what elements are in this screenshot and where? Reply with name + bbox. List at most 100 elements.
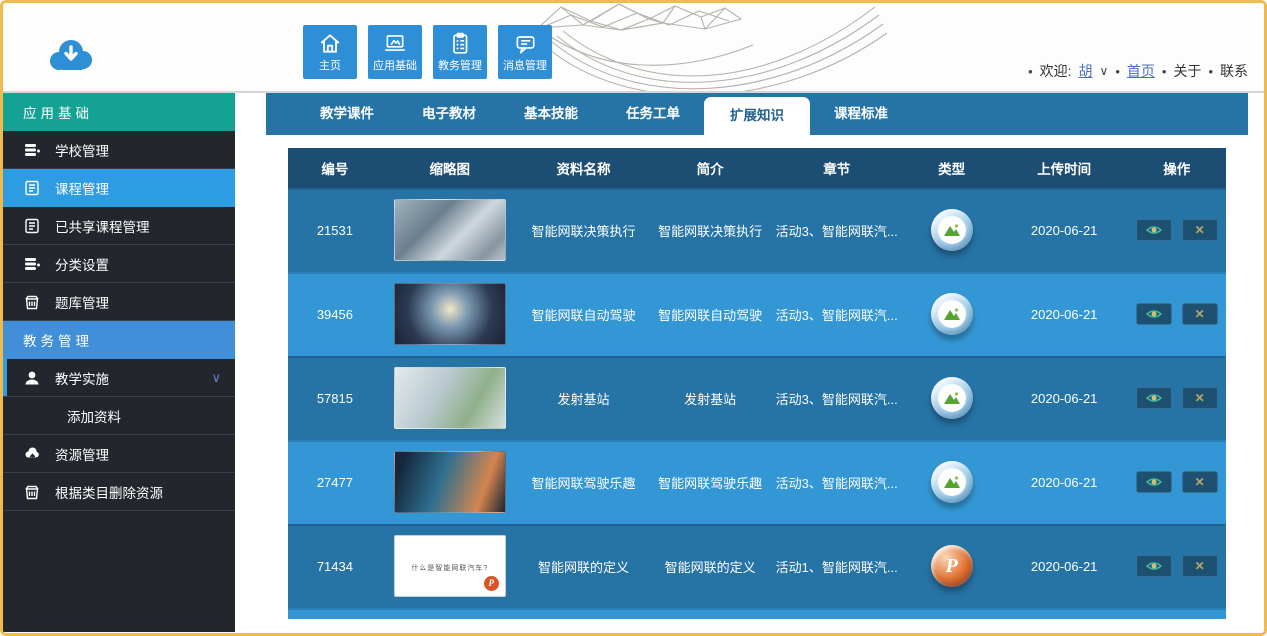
upload-date: 2020-06-21 — [1001, 559, 1128, 574]
sidebar-item-teaching-implementation[interactable]: 教学实施 ∨ — [3, 359, 235, 397]
chevron-down-icon[interactable]: ∨ — [211, 370, 221, 386]
image-type-icon — [931, 377, 973, 419]
sidebar-item-shared-course-management[interactable]: 已共享课程管理 — [3, 207, 235, 245]
sidebar-item-category-settings[interactable]: 分类设置 — [3, 245, 235, 283]
laptop-image-icon — [383, 31, 407, 55]
sidebar-item-label: 已共享课程管理 — [55, 216, 150, 236]
sidebar-item-delete-by-category[interactable]: 根据类目删除资源 — [3, 473, 235, 511]
resource-intro: 智能网联自动驾驶 — [649, 305, 771, 324]
eye-icon — [1146, 476, 1162, 488]
tab-bar: 教学课件 电子教材 基本技能 任务工单 扩展知识 课程标准 — [266, 93, 1248, 135]
top-nav: 主页 应用基础 — [303, 25, 563, 79]
home-icon — [318, 31, 342, 55]
nav-message-button[interactable]: 消息管理 — [498, 25, 552, 79]
thumbnail[interactable] — [394, 283, 506, 345]
user-link[interactable]: 胡 — [1079, 61, 1093, 81]
sidebar-item-add-material[interactable]: 添加资料 — [3, 397, 235, 435]
close-icon: ✕ — [1195, 224, 1205, 236]
delete-button[interactable]: ✕ — [1182, 471, 1218, 493]
resource-intro: 发射基站 — [649, 389, 771, 408]
chat-bubble-icon — [513, 31, 537, 55]
cloud-upload-icon — [23, 445, 41, 463]
tab-extended-knowledge[interactable]: 扩展知识 — [704, 97, 810, 135]
sidebar-item-question-bank[interactable]: 题库管理 — [3, 283, 235, 321]
column-header: 资料名称 — [518, 158, 649, 178]
tab-teaching-courseware[interactable]: 教学课件 — [296, 93, 398, 135]
nav-label: 消息管理 — [503, 57, 547, 73]
school-stack-icon — [23, 141, 41, 159]
main-panel: 教学课件 电子教材 基本技能 任务工单 扩展知识 课程标准 编号 缩略图 资料名… — [266, 93, 1248, 627]
sidebar-item-course-management[interactable]: 课程管理 — [3, 169, 235, 207]
view-button[interactable] — [1136, 471, 1172, 493]
view-button[interactable] — [1136, 303, 1172, 325]
resource-chapter: 活动3、智能网联汽... — [771, 221, 902, 240]
contact-link[interactable]: 联系 — [1220, 61, 1248, 81]
view-button[interactable] — [1136, 219, 1172, 241]
table-row: 21531 智能网联决策执行 智能网联决策执行 活动3、智能网联汽... 202… — [288, 188, 1226, 272]
bullet: • — [1162, 64, 1167, 79]
nav-label: 教务管理 — [438, 57, 482, 73]
resource-id: 21531 — [288, 223, 382, 238]
delete-button[interactable]: ✕ — [1182, 555, 1218, 577]
table-row: 57815 发射基站 发射基站 活动3、智能网联汽... 2020-06-21 … — [288, 356, 1226, 440]
sidebar-item-resource-management[interactable]: 资源管理 — [3, 435, 235, 473]
column-header: 上传时间 — [1001, 158, 1128, 178]
course-doc-icon — [23, 179, 41, 197]
bullet: • — [1115, 64, 1120, 79]
resource-intro: 智能网联驾驶乐趣 — [649, 473, 771, 492]
table-row: 39456 智能网联自动驾驶 智能网联自动驾驶 活动3、智能网联汽... 202… — [288, 272, 1226, 356]
tab-basic-skills[interactable]: 基本技能 — [500, 93, 602, 135]
about-link[interactable]: 关于 — [1173, 61, 1201, 81]
tab-electronic-textbook[interactable]: 电子教材 — [398, 93, 500, 135]
sidebar-item-label: 学校管理 — [55, 140, 109, 160]
nav-edu-admin-button[interactable]: 教务管理 — [433, 25, 487, 79]
chevron-down-icon[interactable]: ∨ — [1100, 64, 1109, 78]
sidebar-item-label: 分类设置 — [55, 254, 109, 274]
delete-button[interactable]: ✕ — [1182, 387, 1218, 409]
resource-id: 27477 — [288, 475, 382, 490]
thumbnail[interactable] — [394, 367, 506, 429]
nav-app-foundation-button[interactable]: 应用基础 — [368, 25, 422, 79]
image-type-icon — [931, 209, 973, 251]
resource-chapter: 活动1、智能网联汽... — [771, 557, 902, 576]
homepage-link[interactable]: 首页 — [1127, 61, 1155, 81]
resource-intro: 智能网联决策执行 — [649, 221, 771, 240]
upload-date: 2020-06-21 — [1001, 223, 1128, 238]
thumbnail[interactable] — [394, 199, 506, 261]
eye-icon — [1146, 224, 1162, 236]
view-button[interactable] — [1136, 555, 1172, 577]
resource-chapter: 活动3、智能网联汽... — [771, 389, 902, 408]
tab-task-order[interactable]: 任务工单 — [602, 93, 704, 135]
view-button[interactable] — [1136, 387, 1172, 409]
upload-date: 2020-06-21 — [1001, 475, 1128, 490]
resource-name: 智能网联自动驾驶 — [518, 305, 649, 324]
sidebar-item-school-management[interactable]: 学校管理 — [3, 131, 235, 169]
ppt-badge-icon: P — [484, 576, 499, 591]
column-header: 操作 — [1127, 158, 1225, 178]
close-icon: ✕ — [1195, 308, 1205, 320]
resource-id: 39456 — [288, 307, 382, 322]
ppt-type-icon: P — [931, 545, 973, 587]
nav-home-button[interactable]: 主页 — [303, 25, 357, 79]
resource-id: 57815 — [288, 391, 382, 406]
table-header-row: 编号 缩略图 资料名称 简介 章节 类型 上传时间 操作 — [288, 148, 1226, 188]
resource-chapter: 活动3、智能网联汽... — [771, 473, 902, 492]
resource-name: 智能网联的定义 — [518, 557, 649, 576]
upload-date: 2020-06-21 — [1001, 391, 1128, 406]
thumbnail[interactable] — [394, 451, 506, 513]
column-header: 编号 — [288, 158, 382, 178]
bullet: • — [1208, 64, 1213, 79]
image-type-icon — [931, 461, 973, 503]
eye-icon — [1146, 308, 1162, 320]
sidebar-filler — [3, 511, 235, 632]
delete-button[interactable]: ✕ — [1182, 219, 1218, 241]
thumbnail[interactable]: 什么是智能网联汽车? P — [394, 535, 506, 597]
person-icon — [23, 369, 41, 387]
eye-icon — [1146, 560, 1162, 572]
delete-button[interactable]: ✕ — [1182, 303, 1218, 325]
close-icon: ✕ — [1195, 392, 1205, 404]
sidebar: 应用基础 学校管理 课程管理 已共享课程管理 — [3, 93, 235, 632]
shared-course-doc-icon — [23, 217, 41, 235]
question-bank-trash-icon — [23, 293, 41, 311]
tab-course-standard[interactable]: 课程标准 — [810, 93, 912, 135]
